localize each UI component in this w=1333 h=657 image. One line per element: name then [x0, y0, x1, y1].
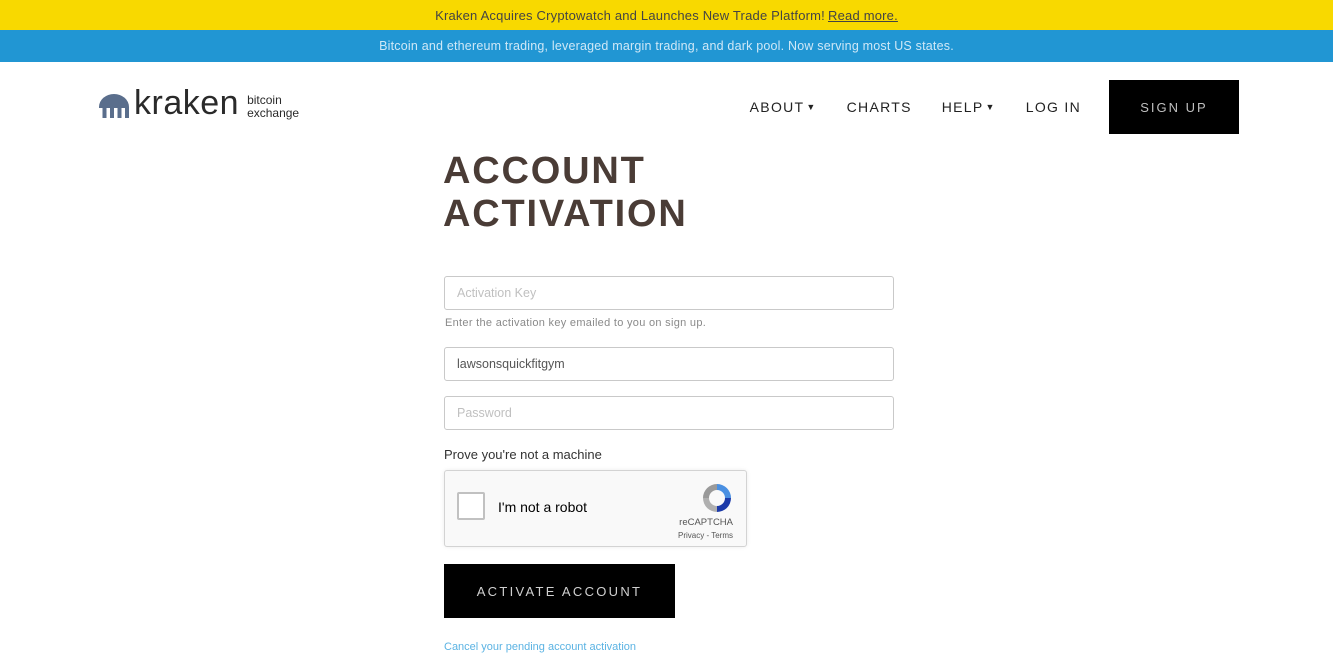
recaptcha-checkbox[interactable]: [457, 492, 485, 520]
recaptcha-widget: I'm not a robot reCAPTCHA Privacy - Term…: [444, 470, 747, 547]
signup-button[interactable]: SIGN UP: [1109, 80, 1239, 134]
recaptcha-label: I'm not a robot: [498, 499, 588, 515]
logo-tagline-line2: exchange: [247, 106, 300, 120]
kraken-logo[interactable]: kraken bitcoin exchange: [98, 86, 299, 120]
nav-menu: ABOUT ▼ CHARTS HELP ▼ LOG IN SIGN UP: [720, 80, 1239, 134]
nav-login-label: LOG IN: [1025, 99, 1081, 115]
read-more-link[interactable]: Read more.: [828, 8, 898, 23]
username-input[interactable]: [444, 347, 894, 381]
activation-key-help: Enter the activation key emailed to you …: [445, 317, 707, 329]
cancel-activation-link[interactable]: Cancel your pending account activation: [444, 641, 636, 653]
main-navbar: kraken bitcoin exchange ABOUT ▼ CHARTS H…: [0, 62, 1333, 152]
nav-login[interactable]: LOG IN: [1026, 99, 1081, 115]
recaptcha-links: Privacy - Terms: [678, 531, 733, 540]
activation-form: ACCOUNT ACTIVATION Enter the activation …: [443, 150, 894, 655]
nav-about[interactable]: ABOUT ▼: [750, 99, 817, 115]
activation-key-input[interactable]: [444, 276, 894, 310]
nav-help-label: HELP: [941, 99, 984, 115]
logo-tagline: bitcoin exchange: [247, 94, 299, 120]
announcement-text: Kraken Acquires Cryptowatch and Launches…: [435, 7, 825, 23]
recaptcha-link-separator: -: [706, 531, 710, 540]
activate-account-label: ACTIVATE ACCOUNT: [476, 583, 643, 599]
nav-about-label: ABOUT: [749, 99, 805, 115]
caret-down-icon: ▼: [985, 102, 996, 112]
nav-charts-label: CHARTS: [846, 99, 912, 115]
logo-wordmark: kraken: [134, 84, 240, 122]
nav-charts[interactable]: CHARTS: [847, 99, 912, 115]
signup-label: SIGN UP: [1140, 99, 1208, 115]
recaptcha-terms-link[interactable]: Terms: [711, 531, 733, 540]
announcement-banner: Kraken Acquires Cryptowatch and Launches…: [0, 0, 1333, 30]
kraken-logo-icon: [99, 94, 129, 118]
recaptcha-brand: reCAPTCHA: [679, 517, 733, 528]
info-banner: Bitcoin and ethereum trading, leveraged …: [0, 30, 1333, 62]
nav-help[interactable]: HELP ▼: [942, 99, 996, 115]
password-input[interactable]: [444, 396, 894, 430]
activate-account-button[interactable]: ACTIVATE ACCOUNT: [444, 564, 675, 618]
captcha-label: Prove you're not a machine: [444, 447, 602, 462]
caret-down-icon: ▼: [806, 102, 817, 112]
info-banner-text: Bitcoin and ethereum trading, leveraged …: [379, 39, 954, 53]
recaptcha-logo-icon: [703, 484, 731, 512]
recaptcha-privacy-link[interactable]: Privacy: [678, 531, 704, 540]
page-title: ACCOUNT ACTIVATION: [443, 150, 688, 235]
